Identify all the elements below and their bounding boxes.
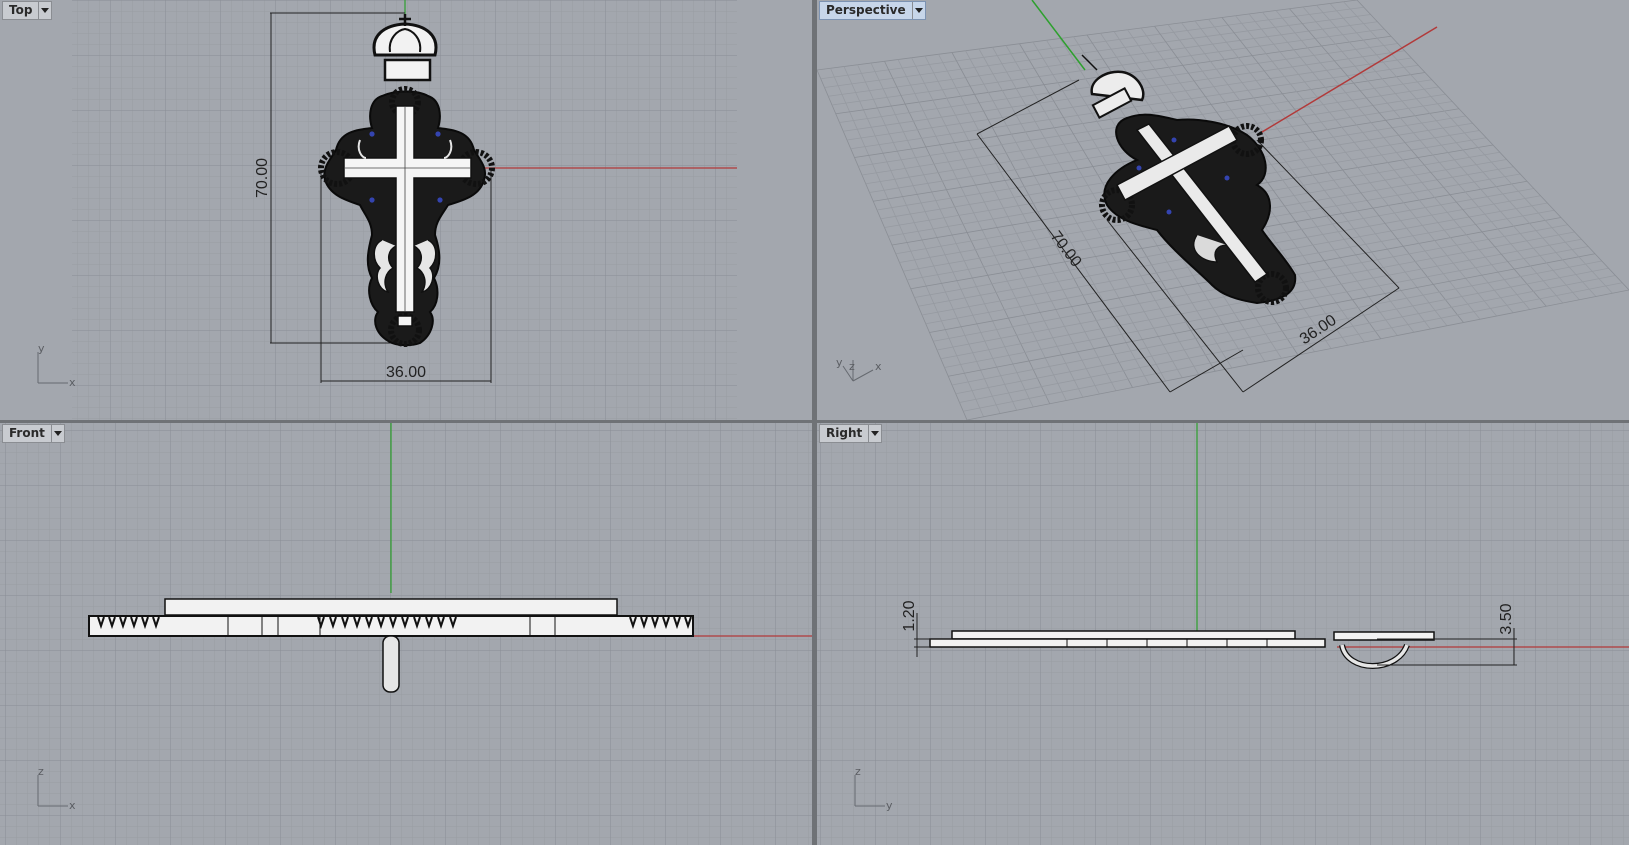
viewport-label-top[interactable]: Top [2, 1, 53, 20]
viewport-perspective[interactable]: 70.00 36.00 y z x Perspective [817, 0, 1629, 420]
width-dimension-label: 36.00 [1297, 312, 1340, 349]
viewport-title: Right [826, 426, 863, 440]
viewport-right[interactable]: 1.20 3.50 z y Right [817, 423, 1629, 845]
axis-z-label: z [855, 765, 861, 778]
height-dimension-label: 70.00 [254, 158, 271, 198]
viewport-label-front[interactable]: Front [2, 424, 65, 443]
axis-x-label: x [69, 376, 76, 389]
axis-indicator-perspective [842, 360, 874, 382]
viewport-label-perspective[interactable]: Perspective [819, 1, 926, 20]
right-view-canvas: 1.20 3.50 z y [817, 423, 1629, 845]
front-view-canvas: z x [0, 423, 812, 845]
viewport-title: Perspective [826, 3, 906, 17]
perspective-view-canvas: 70.00 36.00 y z x [817, 0, 1629, 420]
thickness-dimension-label: 1.20 [901, 600, 918, 631]
axis-z-label: z [38, 765, 44, 778]
axis-indicator-top [37, 352, 68, 384]
axis-x-label: x [69, 799, 76, 812]
axis-z-label: z [849, 360, 855, 373]
viewport-label-right[interactable]: Right [819, 424, 883, 443]
bail-height-dimension-label: 3.50 [1498, 603, 1515, 634]
axis-y-label: y [38, 342, 45, 355]
dropdown-arrow-icon[interactable] [38, 2, 51, 19]
viewport-front[interactable]: z x Front [0, 423, 812, 845]
viewport-top[interactable]: 70.00 36.00 y x Top [0, 0, 812, 420]
top-view-canvas: 70.00 36.00 y x [37, 0, 737, 420]
axis-x-label: x [875, 360, 882, 373]
viewport-title: Front [9, 426, 45, 440]
axis-y-label: y [886, 799, 893, 812]
dropdown-arrow-icon[interactable] [868, 425, 881, 442]
width-dimension-label: 36.00 [386, 364, 426, 381]
axis-y-label: y [836, 356, 843, 369]
cross-pendant-perspective[interactable] [1081, 54, 1297, 305]
dropdown-arrow-icon[interactable] [50, 425, 64, 442]
dropdown-arrow-icon[interactable] [911, 2, 925, 19]
viewport-title: Top [9, 3, 33, 17]
x-axis-line [1256, 26, 1438, 136]
